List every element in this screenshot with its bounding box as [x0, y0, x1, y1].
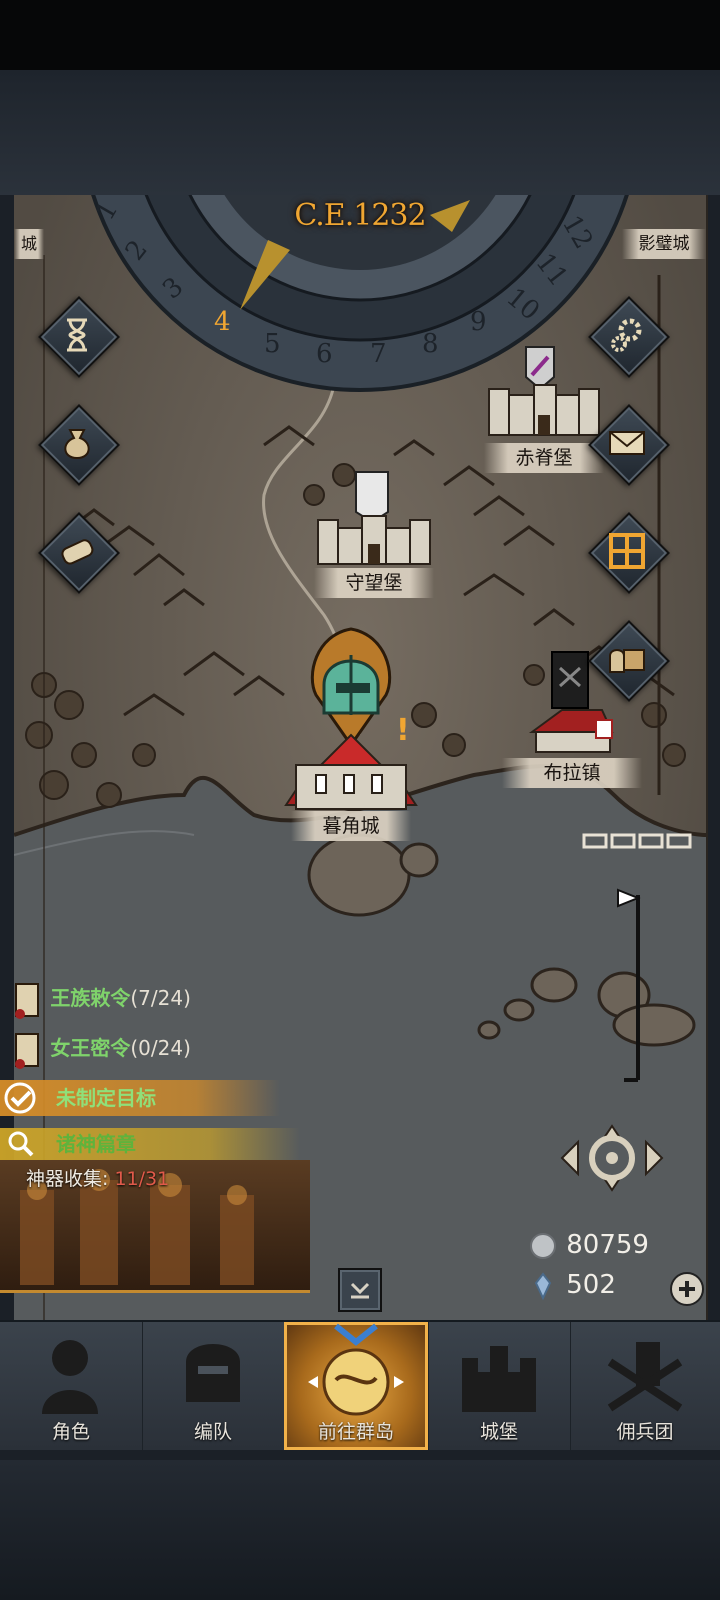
month-11[interactable]: 11 — [529, 248, 573, 293]
month-6[interactable]: 6 — [316, 339, 333, 369]
cargo-button[interactable] — [587, 619, 671, 703]
goal-bar[interactable]: 未制定目标 — [0, 1080, 280, 1116]
artifact-count: 11/31 — [114, 1168, 170, 1190]
town-label-watch: 守望堡 — [314, 568, 434, 598]
gods-chapter-bar[interactable]: 诸神篇章 — [0, 1128, 300, 1160]
knight-icon — [42, 1340, 98, 1414]
nav-item-mercenary[interactable]: 佣兵团 — [570, 1322, 720, 1450]
scroll-icon — [15, 1032, 39, 1069]
month-4[interactable]: 4 — [214, 307, 231, 337]
town-label-dusk: 暮角城 — [291, 811, 411, 841]
month-9[interactable]: 9 — [470, 307, 487, 337]
crystal-amount: 502 — [566, 1270, 616, 1300]
settings-button[interactable] — [587, 295, 671, 379]
silver-amount: 80759 — [566, 1230, 649, 1260]
collapse-icon — [350, 1282, 370, 1299]
svg-text:!: ! — [396, 713, 410, 748]
quest-royal-count: (7/24) — [130, 986, 191, 1010]
artifact-panel[interactable]: 神器收集: 11/31 — [0, 1160, 310, 1293]
nav-item-castle[interactable]: 城堡 — [428, 1322, 571, 1450]
nav-label-castle: 城堡 — [479, 1421, 518, 1443]
artifact-row: 神器收集: 11/31 — [26, 1164, 169, 1191]
mail-icon — [609, 431, 645, 455]
quest-queen-count: (0/24) — [130, 1036, 191, 1060]
target-icon — [4, 1082, 36, 1114]
month-2[interactable]: 2 — [120, 235, 154, 267]
silver-currency: 80759 — [528, 1230, 649, 1261]
castle-icon — [317, 471, 431, 565]
grid-map-icon — [609, 533, 645, 569]
month-5[interactable]: 5 — [264, 329, 281, 359]
month-7[interactable]: 7 — [370, 339, 387, 369]
town-watch[interactable]: 守望堡 — [304, 470, 444, 600]
town-label-bula: 布拉镇 — [502, 758, 642, 788]
month-3[interactable]: 3 — [157, 272, 189, 306]
cargo-bag-icon — [609, 649, 645, 673]
grid-map-button[interactable] — [587, 511, 671, 595]
compass-globe-icon — [308, 1323, 404, 1416]
scroll-icon — [15, 982, 39, 1019]
plus-icon — [679, 1281, 695, 1297]
nav-label-character: 角色 — [51, 1421, 90, 1443]
scroll-icon — [61, 539, 94, 565]
castle-icon — [462, 1346, 536, 1412]
town-label-redridge: 赤脊堡 — [484, 443, 604, 473]
town-dusk[interactable]: ! 暮角城 — [276, 625, 426, 845]
crystal-currency: 502 — [528, 1270, 616, 1301]
crossed-swords-banner-icon — [607, 1342, 683, 1412]
hourglass-icon — [67, 318, 87, 352]
helmet-shield-icon — [186, 1344, 240, 1402]
add-crystal-button[interactable] — [670, 1272, 704, 1306]
month-1[interactable]: 1 — [90, 196, 124, 225]
hourglass-button[interactable] — [37, 295, 121, 379]
month-8[interactable]: 8 — [422, 329, 439, 359]
scroll-button[interactable] — [37, 511, 121, 595]
goal-label: 未制定目标 — [56, 1086, 156, 1110]
silver-coin-icon — [530, 1232, 556, 1259]
quest-queen[interactable]: 女王密令(0/24) — [8, 1026, 308, 1070]
month-10[interactable]: 10 — [501, 282, 546, 326]
nav-item-archipelago[interactable]: 前往群岛 — [284, 1322, 429, 1450]
nav-label-mercenary: 佣兵团 — [616, 1421, 674, 1443]
compass-locate-icon — [560, 1124, 664, 1192]
quest-royal-label: 王族敕令 — [50, 986, 131, 1010]
nav-label-formation: 编队 — [193, 1421, 232, 1443]
month-12[interactable]: 12 — [556, 211, 599, 255]
bottom-nav: 角色 编队 前往群岛 城堡 佣兵团 — [0, 1320, 720, 1450]
locate-button[interactable] — [556, 1122, 668, 1194]
quest-queen-label: 女王密令 — [50, 1036, 131, 1060]
artifact-label: 神器收集: — [26, 1168, 109, 1190]
nav-item-formation[interactable]: 编队 — [142, 1322, 285, 1450]
search-icon — [8, 1131, 34, 1157]
nav-label-archipelago: 前往群岛 — [317, 1421, 394, 1443]
knight-helmet-marker-icon: ! — [284, 627, 418, 810]
bottom-band — [0, 1460, 720, 1600]
mail-button[interactable] — [587, 403, 671, 487]
money-bag-button[interactable] — [37, 403, 121, 487]
crystal-icon — [534, 1271, 552, 1300]
nav-item-character[interactable]: 角色 — [0, 1322, 143, 1450]
gods-label: 诸神篇章 — [56, 1132, 136, 1156]
gear-icon — [611, 318, 642, 352]
money-bag-icon — [64, 429, 90, 460]
quest-royal[interactable]: 王族敕令(7/24) — [8, 976, 308, 1020]
collapse-button[interactable] — [338, 1268, 382, 1312]
